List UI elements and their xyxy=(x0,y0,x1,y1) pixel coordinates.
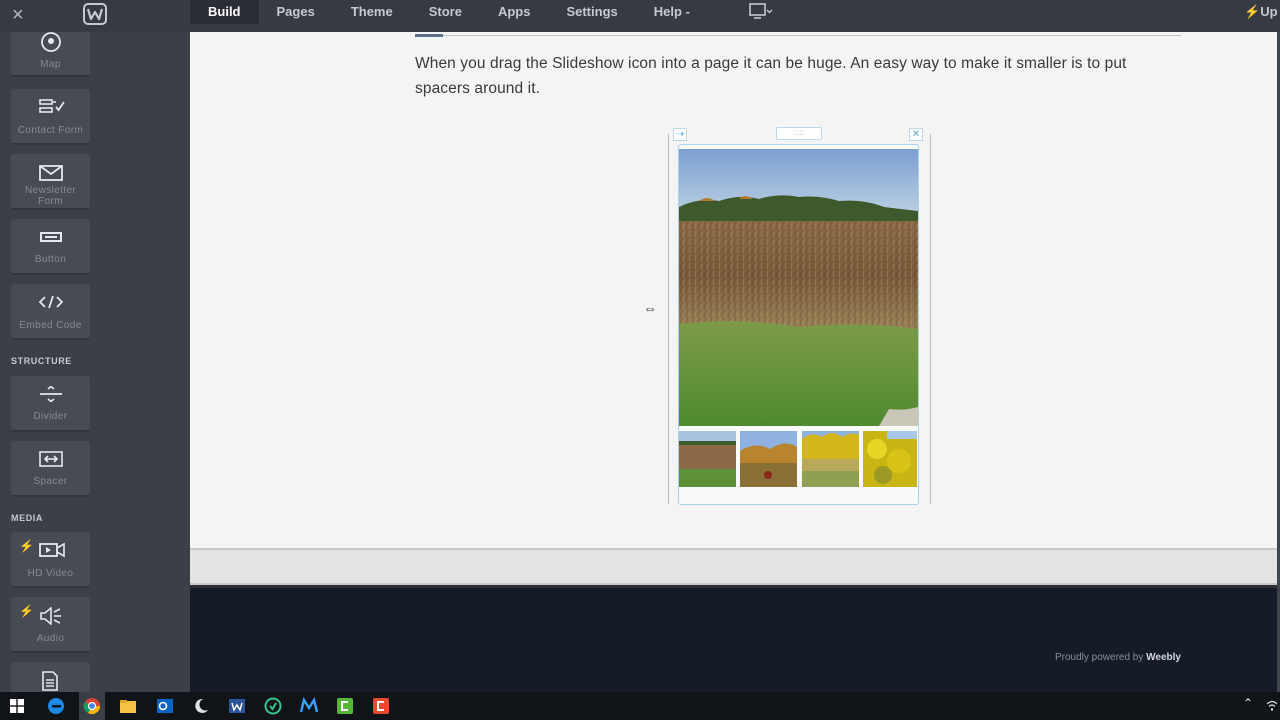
wifi-icon[interactable] xyxy=(1266,700,1278,712)
text-paragraph[interactable]: When you drag the Slideshow icon into a … xyxy=(415,51,1185,101)
sidebar-tile-divider[interactable]: Divider xyxy=(11,376,90,432)
powered-by-text[interactable]: Proudly powered by Weebly xyxy=(1055,652,1181,663)
document-icon xyxy=(42,671,58,691)
tab-pages[interactable]: Pages xyxy=(259,0,333,24)
tile-label: Embed Code xyxy=(19,320,82,331)
thumbnail-2[interactable] xyxy=(740,431,797,487)
speaker-icon xyxy=(40,607,61,625)
sidebar-tile-hd-video[interactable]: ⚡ HD Video xyxy=(11,532,90,588)
page-canvas: When you drag the Slideshow icon into a … xyxy=(190,32,1277,548)
sidebar-tile-spacer[interactable]: Spacer xyxy=(11,441,90,497)
move-element-button[interactable]: ⇢ xyxy=(673,128,687,141)
site-footer: Proudly powered by Weebly xyxy=(190,588,1277,692)
powered-brand: Weebly xyxy=(1146,652,1181,663)
tab-apps[interactable]: Apps xyxy=(480,0,549,24)
file-explorer-icon[interactable] xyxy=(119,697,137,715)
tab-store[interactable]: Store xyxy=(411,0,480,24)
tile-label: Audio xyxy=(36,633,65,644)
main-nav: Build Pages Theme Store Apps Settings He… xyxy=(190,0,708,24)
section-heading-media: MEDIA xyxy=(11,513,43,523)
sidebar-tile-map[interactable]: Map xyxy=(11,32,90,77)
sidebar-tile-contact-form[interactable]: Contact Form xyxy=(11,89,90,145)
tab-help[interactable]: Help - xyxy=(636,0,708,24)
word-icon[interactable] xyxy=(228,697,246,715)
tile-label: HD Video xyxy=(27,568,74,579)
sidebar-tile-audio[interactable]: ⚡ Audio xyxy=(11,597,90,653)
thumbnail-1[interactable] xyxy=(679,431,736,487)
sidebar-tile-button[interactable]: Button xyxy=(11,219,90,275)
tile-label: Newsletter Form xyxy=(25,185,77,207)
contact-form-icon xyxy=(39,99,65,113)
app-m-icon[interactable] xyxy=(300,697,318,715)
tile-label: Spacer xyxy=(33,476,68,487)
bolt-icon: ⚡ xyxy=(1244,4,1261,19)
premium-bolt-icon: ⚡ xyxy=(19,539,34,553)
sidebar-tile-document[interactable] xyxy=(11,662,90,692)
map-pin-icon xyxy=(41,32,61,52)
close-editor-button[interactable]: × xyxy=(12,3,24,27)
tile-label: Divider xyxy=(33,411,68,422)
tab-settings[interactable]: Settings xyxy=(548,0,635,24)
top-nav-bar: × Build Pages Theme Store Apps Settings … xyxy=(0,0,1280,32)
camtasia-red-icon[interactable] xyxy=(372,697,390,715)
premium-bolt-icon: ⚡ xyxy=(19,604,34,618)
windows-taskbar: ⌃ xyxy=(0,692,1280,720)
section-heading-structure: STRUCTURE xyxy=(11,356,72,366)
sidebar-tile-newsletter-form[interactable]: Newsletter Form xyxy=(11,154,90,210)
divider-icon xyxy=(40,386,62,402)
chrome-icon[interactable] xyxy=(83,697,101,715)
video-icon xyxy=(39,542,65,558)
w-logo-icon[interactable] xyxy=(83,3,107,25)
tab-build[interactable]: Build xyxy=(190,0,259,24)
envelope-icon xyxy=(39,165,63,181)
upgrade-button[interactable]: ⚡Up xyxy=(1244,0,1278,24)
outlook-icon[interactable] xyxy=(156,697,174,715)
app-green-circle-icon[interactable] xyxy=(264,697,282,715)
edge-icon[interactable] xyxy=(47,697,65,715)
divider-accent xyxy=(415,34,443,37)
tile-label: Button xyxy=(34,254,67,265)
app-moon-icon[interactable] xyxy=(192,697,210,715)
upgrade-label: Up xyxy=(1260,4,1278,19)
tab-theme[interactable]: Theme xyxy=(333,0,411,24)
resize-cursor-icon: ⇔ xyxy=(643,300,657,316)
tile-label: Contact Form xyxy=(17,125,84,136)
spacer-icon xyxy=(39,451,63,467)
content-end-strip xyxy=(190,548,1277,585)
sidebar-tile-embed-code[interactable]: Embed Code xyxy=(11,284,90,340)
camtasia-green-icon[interactable] xyxy=(336,697,354,715)
thumbnail-3[interactable] xyxy=(802,431,859,487)
button-icon xyxy=(40,232,62,242)
cornfield-photo[interactable] xyxy=(679,149,918,426)
tile-label: Map xyxy=(40,59,61,70)
code-icon xyxy=(39,295,63,309)
drag-handle[interactable]: :::: xyxy=(776,127,822,140)
delete-element-button[interactable]: ✕ xyxy=(909,128,923,141)
thumbnail-4[interactable] xyxy=(863,431,917,487)
tray-chevron-icon[interactable]: ⌃ xyxy=(1243,696,1253,710)
element-sidebar: Map Contact Form Newsletter Form Button xyxy=(0,32,190,692)
desktop-icon[interactable] xyxy=(748,3,774,21)
divider-line xyxy=(415,35,1181,36)
windows-start-icon[interactable] xyxy=(10,699,24,713)
powered-prefix: Proudly powered by xyxy=(1054,652,1147,663)
